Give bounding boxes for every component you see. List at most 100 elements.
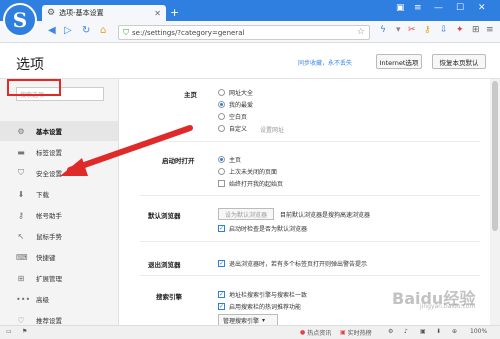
status-display-icon[interactable]: ▣ — [420, 328, 426, 335]
sidebar-item-label: 高级 — [36, 296, 49, 304]
status-download-icon[interactable]: ⬇ — [436, 328, 441, 335]
homepage-option-1[interactable]: 我的最爱 — [218, 100, 253, 109]
skin-icon[interactable]: ▣ — [396, 3, 405, 13]
sidebar-item-keyboard[interactable]: ⌨ 快捷键 — [0, 247, 118, 267]
default-browser-note: 目前默认浏览器是搜狗高速浏览器 — [280, 212, 371, 219]
sidebar-item-download[interactable]: ⬇ 下载 — [0, 184, 118, 204]
back-icon[interactable]: ◀ — [48, 25, 56, 36]
search-engine-label: 搜索引擎 — [156, 293, 182, 301]
divider — [140, 141, 480, 142]
shield-icon: ⛉ — [18, 168, 24, 177]
sidebar-item-shield[interactable]: ⛉ 安全设置 — [0, 163, 118, 183]
lightning-icon[interactable]: ϟ — [380, 25, 386, 35]
more-icon: ••• — [16, 294, 31, 304]
divider — [140, 241, 480, 242]
sidebar-item-label: 扩展管理 — [36, 275, 62, 283]
watermark-url: jingyan.baidu.com — [420, 303, 476, 310]
sidebar-item-mouse[interactable]: ↖ 鼠标手势 — [0, 226, 118, 246]
homepage-option-3[interactable]: 自定义 — [218, 124, 247, 133]
status-bar: ▭ ⚑ ● 热点资讯 ▣ 实时热榜 ⚙ ♪ ▣ ⬇ ⊕ 100% — [0, 325, 500, 339]
sidebar-item-label: 安全设置 — [36, 170, 62, 178]
realtime-list[interactable]: ▣ 实时热榜 — [340, 328, 372, 337]
sidebar-item-label: 快捷键 — [36, 254, 56, 262]
more-menu-icon[interactable]: ≡ — [486, 25, 494, 35]
close-tab-icon[interactable]: ✕ — [154, 9, 161, 18]
browser-logo[interactable]: S — [3, 3, 37, 37]
startup-option-0[interactable]: 主页 — [218, 155, 241, 164]
settings-sidebar: 搜索选项 ⚙ 基本设置 ▬ 标签设置 ⛉ 安全设置 ⬇ 下载 ⚷ 帐号助手 ↖ 鼠标手势 ⌨ 快捷键 ⊞ 扩展… — [0, 79, 119, 325]
sidebar-item-label: 下载 — [36, 191, 49, 199]
game-icon[interactable]: ✦ — [456, 25, 464, 35]
sidebar-item-tab[interactable]: ▬ 标签设置 — [0, 142, 118, 162]
status-tool-icon[interactable]: ⚙ — [388, 328, 393, 335]
forward-icon[interactable]: ▷ — [64, 25, 72, 36]
scissors-icon[interactable]: ✂ — [408, 25, 416, 35]
sidebar-item-puzzle[interactable]: ⊞ 扩展管理 — [0, 268, 118, 288]
restore-defaults-button[interactable]: 恢复本页默认 — [432, 54, 486, 69]
divider — [140, 195, 480, 196]
sidebar-item-label: 鼠标手势 — [36, 233, 62, 241]
refresh-icon[interactable]: ↻ — [82, 25, 90, 36]
sidebar-item-label: 帐号助手 — [36, 212, 62, 220]
exit-warning-checkbox[interactable]: ✓ 退出浏览器时，若有多个标签页打开则弹出警告提示 — [218, 259, 367, 268]
grid-icon[interactable]: ⊞ — [472, 25, 480, 35]
navigation-toolbar: ◀ ▷ ↻ ⌂ ⛉ se://settings/?category=genera… — [0, 21, 500, 43]
minimize-icon[interactable]: — — [434, 3, 443, 13]
hot-news[interactable]: ● 热点资讯 — [300, 328, 331, 337]
hotword-checkbox[interactable]: ✓ 启用搜索栏的热词推荐功能 — [218, 302, 301, 311]
homepage-option-2[interactable]: 空白页 — [218, 112, 247, 121]
startup-option-1[interactable]: 上次未关闭的页面 — [218, 167, 277, 176]
key-icon: ⚷ — [18, 210, 24, 220]
secure-shield-icon: ⛉ — [123, 27, 129, 37]
status-page-icon: ▭ — [6, 328, 12, 335]
download-icon: ⬇ — [17, 189, 25, 199]
page-title: 选项 — [16, 57, 44, 73]
sidebar-item-gear[interactable]: ⚙ 基本设置 — [0, 121, 118, 141]
sync-link[interactable]: 同步收藏，永不丢失 — [298, 58, 352, 67]
chevron-down-icon: ▾ — [262, 316, 266, 324]
scrollbar[interactable] — [490, 79, 500, 325]
sidebar-item-label: 基本设置 — [36, 128, 62, 136]
homepage-option-0[interactable]: 网址大全 — [218, 88, 253, 97]
status-cast-icon[interactable]: ⊕ — [452, 328, 457, 335]
search-consistent-checkbox[interactable]: ✓ 地址栏搜索引擎与搜索栏一致 — [218, 290, 307, 299]
scroll-thumb[interactable] — [492, 81, 498, 231]
sidebar-item-key[interactable]: ⚷ 帐号助手 — [0, 205, 118, 225]
recommend-icon: ♡ — [17, 315, 25, 325]
gear-icon: ⚙ — [47, 8, 56, 18]
startup-always-checkbox[interactable]: 始终打开我的起始页 — [218, 179, 283, 188]
home-icon[interactable]: ⌂ — [100, 25, 106, 36]
tab-icon: ▬ — [17, 147, 25, 157]
check-default-checkbox[interactable]: ✓ 启动时检查是否为默认浏览器 — [218, 224, 307, 233]
red-highlight-box — [7, 79, 61, 96]
keyboard-icon: ⌨ — [16, 252, 28, 262]
key-icon[interactable]: ⚷ — [424, 25, 431, 35]
puzzle-icon: ⊞ — [17, 273, 25, 283]
tab-label: 选项-基本设置 — [59, 9, 104, 17]
sidebar-item-label: 标签设置 — [36, 149, 62, 157]
title-bar: ⚙ 选项-基本设置 ✕ + ▣ ≡ — ☐ ✕ — [0, 0, 500, 21]
url-text: se://settings/?category=general — [132, 28, 245, 37]
default-browser-label: 默认浏览器 — [148, 212, 181, 220]
zoom-level[interactable]: 100% — [470, 328, 487, 335]
new-tab-button[interactable]: + — [170, 6, 179, 19]
divider — [140, 275, 480, 276]
dropdown-icon[interactable]: ▾ — [396, 25, 401, 35]
set-default-button[interactable]: 设为默认浏览器 — [218, 208, 274, 220]
bookmark-star-icon[interactable]: ☆ — [357, 27, 365, 37]
mouse-icon: ↖ — [17, 231, 25, 241]
tab-settings[interactable]: ⚙ 选项-基本设置 ✕ — [42, 5, 166, 21]
sidebar-item-label: 推荐设置 — [36, 317, 62, 325]
close-window-icon[interactable]: ✕ — [478, 3, 486, 13]
menu-icon[interactable]: ≡ — [414, 3, 422, 13]
status-flag-icon: ⚑ — [22, 328, 28, 335]
sidebar-item-more[interactable]: ••• 高级 — [0, 289, 118, 309]
startup-label: 启动时打开 — [162, 157, 195, 165]
internet-options-button[interactable]: Internet选项 — [376, 54, 422, 69]
exit-label: 退出浏览器 — [148, 261, 181, 269]
status-sound-icon[interactable]: ♪ — [404, 328, 408, 335]
download-tool-icon[interactable]: ⇩ — [440, 25, 448, 35]
maximize-icon[interactable]: ☐ — [456, 3, 464, 13]
address-bar[interactable]: ⛉ se://settings/?category=general ☆ — [118, 25, 370, 40]
set-url-link[interactable]: 设置网址 — [260, 125, 284, 134]
